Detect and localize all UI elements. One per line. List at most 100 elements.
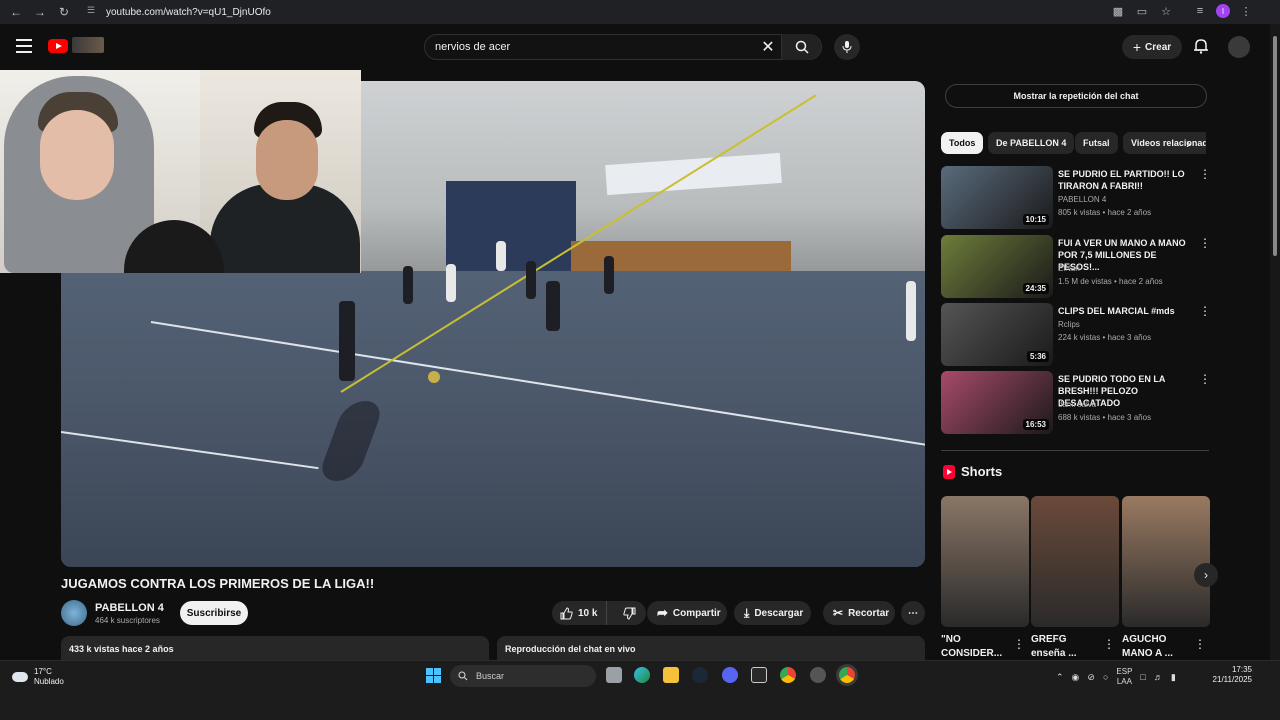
futsal-player	[604, 256, 614, 294]
short-title[interactable]: AGUCHO MANO A ...	[1122, 633, 1194, 661]
network-icon[interactable]: □	[1140, 672, 1145, 682]
channel-name[interactable]: PABELLON 4	[95, 602, 164, 614]
subscribe-button[interactable]: Suscribirse	[180, 601, 248, 625]
search-button[interactable]	[781, 34, 821, 60]
windows-taskbar: 17°C Nublado Buscar ⌃ ◉ ⊘ ○ ESP LAA □ ♬ …	[0, 660, 1280, 720]
notifications-bell-icon[interactable]	[1192, 37, 1210, 55]
taskbar-search[interactable]: Buscar	[450, 665, 596, 687]
browser-menu-icon[interactable]: ⋮	[1238, 3, 1254, 19]
discord-icon[interactable]	[722, 667, 738, 683]
battery-icon[interactable]: ▮	[1171, 672, 1176, 683]
video-title[interactable]: CLIPS DEL MARCIAL #mds	[1058, 305, 1198, 317]
short-thumbnail[interactable]	[1122, 496, 1210, 627]
show-chat-replay-button[interactable]: Mostrar la repetición del chat	[945, 84, 1207, 108]
chip-from-channel[interactable]: De PABELLON 4	[988, 132, 1075, 154]
channel-name[interactable]: Rclips	[1058, 320, 1080, 329]
voice-search-button[interactable]	[834, 34, 860, 60]
description-box[interactable]: 433 k vistas hace 2 años	[61, 636, 489, 660]
share-label: Compartir	[672, 607, 721, 619]
hamburger-menu-icon[interactable]	[16, 39, 32, 53]
more-vertical-icon[interactable]: ⋮	[1199, 305, 1211, 317]
steam-icon[interactable]	[692, 667, 708, 683]
video-thumbnail[interactable]: 10:15	[941, 166, 1053, 229]
chips-next-chevron-icon[interactable]: ›	[1186, 136, 1200, 150]
more-vertical-icon[interactable]: ⋮	[1013, 637, 1025, 651]
more-actions-button[interactable]: ⋯	[901, 601, 925, 625]
no-wifi-icon[interactable]: ⊘	[1087, 672, 1095, 683]
chip-all[interactable]: Todos	[941, 132, 984, 154]
more-vertical-icon[interactable]: ⋮	[1199, 373, 1211, 385]
page-scrollbar[interactable]	[1270, 24, 1280, 660]
face	[40, 110, 114, 200]
video-duration: 16:53	[1022, 419, 1049, 430]
dislike-button[interactable]	[612, 607, 646, 620]
channel-name[interactable]: PABELLON 4	[1058, 195, 1106, 204]
profile-avatar[interactable]: I	[1216, 4, 1230, 18]
reading-list-icon[interactable]: ≡	[1192, 3, 1208, 19]
file-explorer-icon[interactable]	[663, 667, 679, 683]
task-view-icon[interactable]	[606, 667, 622, 683]
edge-icon[interactable]	[634, 667, 650, 683]
video-thumbnail[interactable]: 16:53	[941, 371, 1053, 434]
short-thumbnail[interactable]	[941, 496, 1029, 627]
more-vertical-icon[interactable]: ⋮	[1199, 237, 1211, 249]
clip-button[interactable]: ✂ Recortar	[823, 601, 895, 625]
address-bar[interactable]: ☰ youtube.com/watch?v=qU1_DjnUOfo	[80, 2, 1120, 22]
channel-avatar[interactable]	[61, 600, 87, 626]
back-arrow-icon[interactable]: ←	[4, 0, 28, 24]
video-thumbnail[interactable]: 5:36	[941, 303, 1053, 366]
scrollbar-thumb[interactable]	[1273, 36, 1277, 256]
epic-games-icon[interactable]	[751, 667, 767, 683]
youtube-logo[interactable]	[48, 39, 68, 53]
short-thumbnail[interactable]	[1031, 496, 1119, 627]
volume-icon[interactable]: ♬	[1154, 672, 1163, 682]
download-button[interactable]: ⤓ Descargar	[734, 601, 811, 625]
more-vertical-icon[interactable]: ⋮	[1194, 637, 1206, 651]
site-info-icon[interactable]: ☰	[84, 5, 98, 19]
channel-name[interactable]: dami salva	[1058, 400, 1096, 409]
video-thumbnail[interactable]: 24:35	[941, 235, 1053, 298]
reload-icon[interactable]: ↻	[52, 0, 76, 24]
webcam-overlay	[0, 70, 361, 273]
create-button[interactable]: + Crear	[1122, 35, 1182, 59]
short-title[interactable]: "NO CONSIDER...	[941, 633, 1013, 661]
like-button[interactable]: 10 k	[552, 601, 608, 625]
youtube-doodle-logo[interactable]	[72, 37, 104, 53]
chip-futsal[interactable]: Futsal	[1075, 132, 1118, 154]
more-vertical-icon[interactable]: ⋮	[1199, 168, 1211, 180]
bookmark-star-icon[interactable]: ☆	[1158, 3, 1174, 19]
more-vertical-icon[interactable]: ⋮	[1103, 637, 1115, 651]
recommended-video[interactable]: 5:36 CLIPS DEL MARCIAL #mds Rclips 224 k vi…	[941, 303, 1211, 367]
chat-replay-panel[interactable]: Reproducción del chat en vivo	[497, 636, 925, 660]
app-icon[interactable]	[810, 667, 826, 683]
share-button[interactable]: ➦ Compartir	[647, 601, 727, 625]
user-avatar[interactable]	[1228, 36, 1250, 58]
cast-icon[interactable]: ▭	[1134, 3, 1150, 19]
search-bar: ✕	[424, 34, 822, 60]
recommended-video[interactable]: 16:53 SE PUDRIO TODO EN LA BRESH!!! PELOZ…	[941, 371, 1211, 435]
video-title[interactable]: SE PUDRIO EL PARTIDO!! LO TIRARON A FABR…	[1058, 168, 1198, 192]
chrome-icon[interactable]	[780, 667, 796, 683]
app-tray-icon[interactable]: ◉	[1072, 672, 1080, 683]
weather-widget[interactable]: 17°C Nublado	[12, 667, 64, 687]
keyboard-layout: LAA	[1116, 677, 1132, 686]
weather-text: 17°C Nublado	[34, 667, 64, 687]
windows-start-icon[interactable]	[426, 668, 441, 683]
forward-arrow-icon[interactable]: →	[28, 0, 52, 24]
short-title[interactable]: GREFG enseña ...	[1031, 633, 1103, 661]
like-count: 10 k	[578, 607, 598, 619]
language-indicator[interactable]: ESP LAA	[1116, 667, 1132, 687]
chrome-active-icon[interactable]	[839, 667, 855, 683]
microphone-tray-icon[interactable]: ○	[1103, 672, 1108, 682]
search-input[interactable]	[425, 35, 755, 59]
clear-search-icon[interactable]: ✕	[755, 34, 781, 60]
futsal-player	[906, 281, 916, 341]
recommended-video[interactable]: 24:35 FUI A VER UN MANO A MANO POR 7,5 MI…	[941, 235, 1211, 299]
channel-name[interactable]: ElNari	[1058, 264, 1080, 273]
recommended-video[interactable]: 10:15 SE PUDRIO EL PARTIDO!! LO TIRARON A…	[941, 166, 1211, 230]
shorts-next-chevron-icon[interactable]: ›	[1194, 563, 1218, 587]
translate-icon[interactable]: ▩	[1110, 3, 1126, 19]
clock[interactable]: 17:35 21/11/2025	[1208, 665, 1252, 685]
futsal-player	[403, 266, 413, 304]
show-hidden-icons-chevron-icon[interactable]: ⌃	[1056, 672, 1064, 683]
